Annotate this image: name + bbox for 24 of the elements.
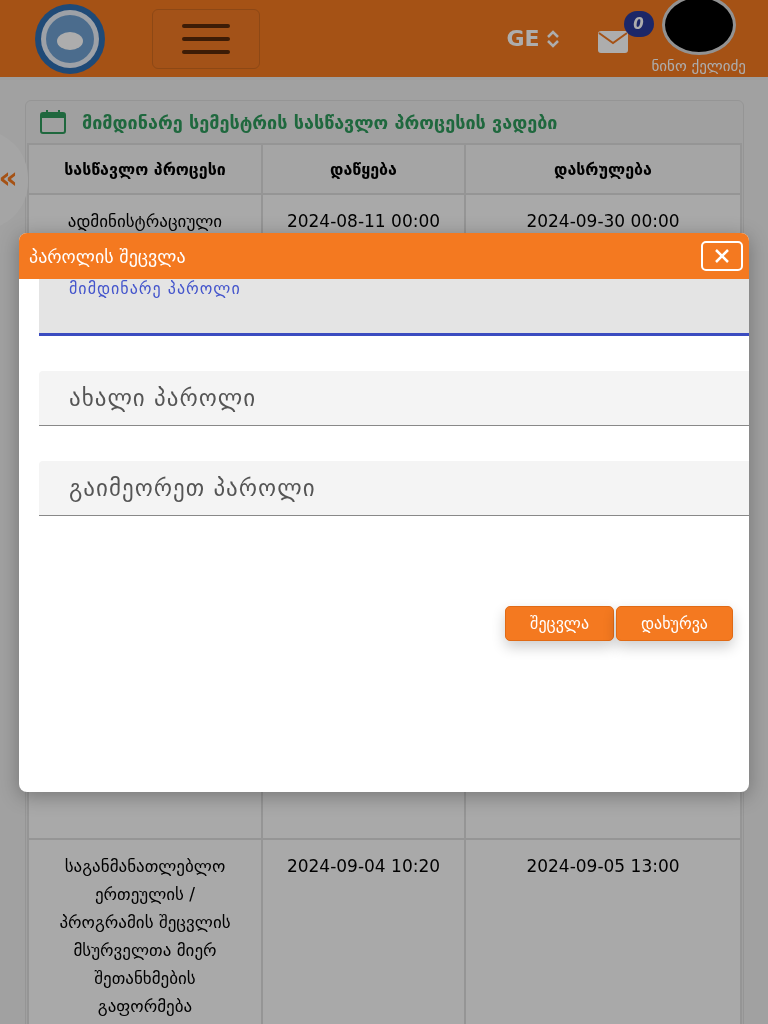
dialog-button[interactable]: დახურვა (616, 606, 733, 641)
table-cell: საგანმანათლებლო ერთეულის / პროგრამის შეცვლის მსურველთა მიერ შეთანხმების გაფორმება (28, 839, 262, 1024)
dialog-title: პაროლის შეცვლა (29, 245, 186, 267)
mail-icon (597, 30, 628, 53)
user-name: ნინო ქელიძე (651, 56, 746, 75)
dialog-button[interactable]: შეცვლა (505, 606, 614, 641)
unread-badge: 0 (623, 10, 654, 37)
password-field[interactable]: მიმდინარე პაროლი (39, 279, 749, 336)
password-field[interactable]: გაიმეორეთ პაროლი (39, 461, 749, 516)
table-cell: 2024-09-04 10:20 (262, 839, 465, 1024)
messages-button[interactable] (597, 30, 628, 53)
language-selector[interactable]: GE (506, 26, 560, 51)
close-button[interactable] (701, 241, 743, 271)
card-title: მიმდინარე სემესტრის სასწავლო პროცესის ვადები (82, 111, 558, 133)
column-header: სასწავლო პროცესი (28, 144, 262, 194)
table-cell: 2024-09-05 13:00 (465, 839, 741, 1024)
column-header: დაწყება (262, 144, 465, 194)
menu-button[interactable] (152, 8, 260, 69)
calendar-icon (40, 110, 66, 134)
close-icon (714, 248, 730, 264)
menu-icon (182, 23, 230, 54)
column-header: დასრულება (465, 144, 741, 194)
password-field[interactable]: ახალი პაროლი (39, 371, 749, 426)
sort-icon (545, 29, 560, 48)
